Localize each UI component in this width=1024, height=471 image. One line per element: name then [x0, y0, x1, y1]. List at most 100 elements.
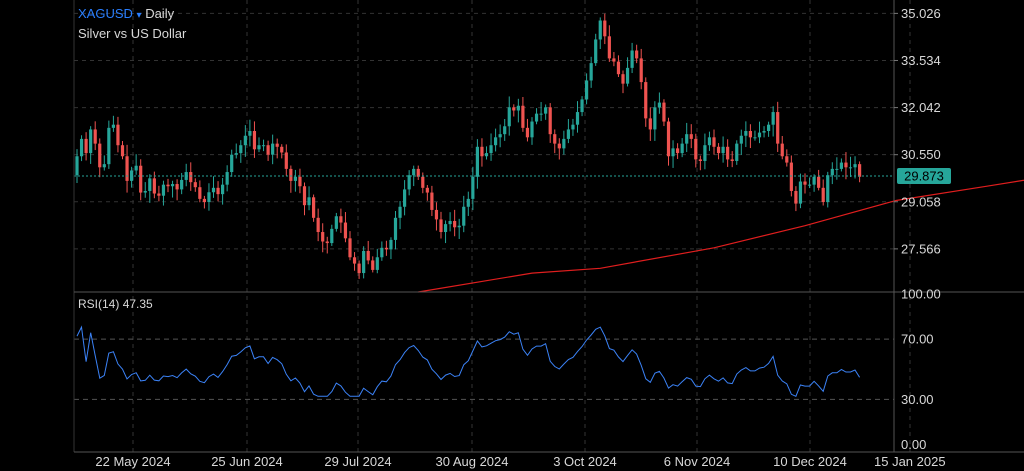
candle [484, 146, 489, 160]
candle-body [480, 146, 484, 157]
candle [375, 248, 379, 274]
candle-body [448, 220, 452, 225]
candle-body [726, 146, 730, 160]
candle [776, 101, 780, 152]
candle [307, 186, 311, 211]
candle-body [607, 36, 611, 59]
candle [685, 122, 689, 153]
candle-body [657, 102, 661, 108]
candle-body [234, 153, 238, 155]
candle-body [776, 112, 780, 144]
candle-body [102, 164, 106, 168]
candle [334, 212, 338, 232]
candle-body [771, 112, 775, 125]
candle-body [157, 193, 161, 196]
candle [530, 117, 534, 145]
candle-body [389, 239, 393, 250]
price-tick-label: 29.058 [901, 194, 941, 209]
candle-body [676, 148, 680, 154]
candle [744, 121, 748, 148]
symbol-label[interactable]: XAGUSD [78, 6, 133, 21]
candle-body [393, 217, 398, 240]
candle [134, 154, 138, 175]
candle-body [794, 190, 798, 204]
candle-body [175, 184, 179, 190]
candle [839, 158, 843, 172]
candle [603, 13, 607, 45]
candle-body [107, 127, 111, 165]
rsi-axis-ticks[interactable]: 100.00 70.00 30.00 0.00 [901, 287, 941, 452]
candle-body [553, 134, 557, 144]
price-axis-ticks[interactable]: 35.026 33.534 32.042 30.550 29.058 27.566 [894, 6, 941, 256]
candle-body [721, 146, 725, 154]
candle-body [767, 124, 771, 132]
candle-body [853, 164, 857, 168]
candle-body [348, 238, 352, 258]
candle [671, 140, 675, 168]
candle-body [817, 176, 821, 188]
candle [785, 149, 789, 167]
candle [512, 104, 516, 117]
candle [830, 162, 834, 185]
candle-body [812, 176, 816, 185]
candle-body [462, 206, 466, 226]
candle [230, 149, 234, 177]
candle [844, 152, 848, 180]
candle-body [257, 145, 261, 150]
candle [398, 201, 402, 230]
candle-body [198, 187, 202, 199]
candle [348, 231, 352, 261]
candle [657, 92, 661, 114]
candle-body [666, 121, 671, 157]
rsi-polyline [76, 325, 861, 397]
candle [384, 240, 388, 256]
candle-body [521, 105, 525, 128]
candle-body [534, 113, 539, 122]
candle-body [457, 225, 461, 228]
candle [630, 42, 634, 74]
candle [248, 119, 252, 147]
chevron-down-icon[interactable]: ▾ [137, 10, 142, 21]
candle [339, 208, 343, 233]
time-axis-ticks[interactable]: 22 May 2024 25 Jun 2024 29 Jul 2024 30 Aug … [95, 454, 945, 469]
candle-body [689, 134, 693, 139]
time-tick-label: 22 May 2024 [95, 454, 170, 469]
candle [98, 138, 102, 178]
candle [616, 55, 621, 78]
candle [817, 169, 821, 191]
candle-body [89, 129, 93, 154]
price-chart[interactable]: 29.873 35.026 33.534 32.042 30.550 29.058 27.… [0, 0, 1024, 471]
candle-body [366, 250, 370, 261]
candle-body [407, 175, 411, 190]
timeframe-label[interactable]: Daily [145, 6, 174, 21]
candle [762, 126, 766, 138]
candle-body [161, 184, 166, 196]
candle-body [330, 228, 334, 244]
candle-body [635, 50, 639, 59]
candle-body [707, 137, 712, 146]
candle [157, 185, 161, 202]
candle [525, 118, 530, 142]
candle-body [84, 138, 88, 154]
candle-body [98, 143, 102, 168]
candle-body [271, 143, 275, 155]
candle [475, 139, 479, 189]
rsi-line [76, 325, 861, 397]
symbol-selector[interactable]: XAGUSD ▾ [78, 6, 145, 21]
candle [298, 168, 302, 194]
candle-body [398, 206, 402, 218]
candle [84, 132, 88, 161]
candle [539, 102, 543, 122]
candle [393, 211, 398, 250]
candle-body [571, 124, 575, 130]
candle-body [275, 143, 279, 147]
candle [439, 211, 443, 239]
candle [243, 125, 247, 157]
candle-body [321, 232, 325, 242]
candle-body [380, 247, 384, 258]
candle-body [352, 257, 357, 264]
candle [166, 178, 170, 193]
candle-body [216, 187, 220, 195]
candle-body [334, 216, 338, 229]
candle-body [425, 187, 429, 193]
